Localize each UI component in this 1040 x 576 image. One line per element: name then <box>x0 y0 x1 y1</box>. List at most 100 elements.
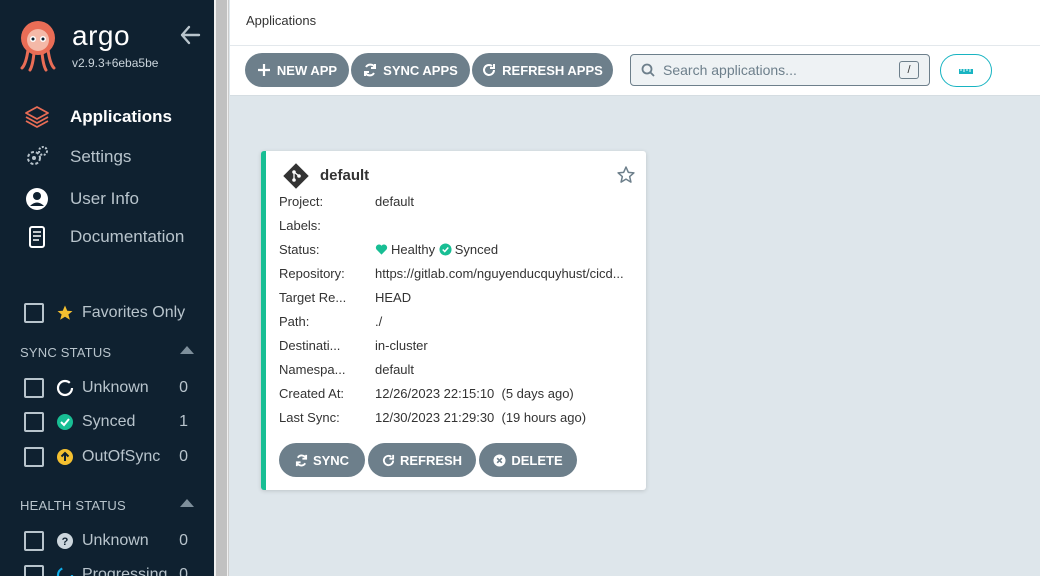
sync-status: Synced <box>439 242 498 257</box>
filter-count: 0 <box>179 379 188 396</box>
app-name[interactable]: default <box>320 167 369 184</box>
collapse-caret-icon[interactable] <box>180 346 194 354</box>
button-label: REFRESH <box>399 452 463 468</box>
circle-notch-icon <box>56 379 74 397</box>
check-circle-icon <box>56 413 74 431</box>
collapse-caret-icon[interactable] <box>180 499 194 507</box>
search-icon <box>641 63 655 77</box>
scrollbar-thumb[interactable] <box>216 0 227 576</box>
new-app-button[interactable]: NEW APP <box>245 53 349 87</box>
sync-icon <box>295 454 308 466</box>
gears-icon <box>24 144 50 170</box>
toolbar: NEW APP SYNC APPS REFRESH APPS / <box>230 46 1040 96</box>
field-key: Destinati... <box>279 338 341 353</box>
check-circle-icon <box>439 243 452 256</box>
filter-checkbox[interactable] <box>24 412 44 432</box>
field-status: Status: Healthy Synced <box>279 242 639 260</box>
field-path: Path: ./ <box>279 314 639 332</box>
arrow-up-circle-icon <box>56 448 74 466</box>
sidebar-scrollbar[interactable] <box>214 0 229 576</box>
refresh-button[interactable]: REFRESH <box>368 443 476 477</box>
filter-label: Unknown <box>82 532 149 549</box>
view-toggle-button[interactable] <box>940 54 992 87</box>
field-key: Target Re... <box>279 290 347 305</box>
refresh-apps-button[interactable]: REFRESH APPS <box>472 53 613 87</box>
filter-label: Synced <box>82 413 136 430</box>
field-key: Repository: <box>279 266 345 281</box>
star-icon <box>57 305 73 320</box>
top-bar: Applications <box>230 0 1040 46</box>
filter-count: 1 <box>179 413 188 430</box>
filter-health-progressing[interactable]: Progressing 0 <box>24 564 194 576</box>
button-label: SYNC APPS <box>383 62 458 78</box>
nav-label: Documentation <box>70 227 185 246</box>
plus-icon <box>257 64 270 76</box>
nav-label: Settings <box>70 147 132 166</box>
field-namespace: Namespa... default <box>279 362 639 380</box>
user-circle-icon <box>24 186 50 212</box>
field-last-sync: Last Sync: 12/30/2023 21:29:30 (19 hours … <box>279 410 639 428</box>
nav-label: Applications <box>70 107 173 126</box>
field-value: https://gitlab.com/nguyenducquyhust/cicd… <box>375 266 624 281</box>
field-value: 12/30/2023 21:29:30 (19 hours ago) <box>375 410 587 425</box>
filter-health-unknown[interactable]: ? Unknown 0 <box>24 530 194 552</box>
nav-documentation[interactable]: Documentation <box>24 222 184 252</box>
nav-user-info[interactable]: User Info <box>24 184 139 214</box>
circle-notch-icon <box>56 566 74 576</box>
favorites-only-filter[interactable]: Favorites Only <box>24 302 185 324</box>
field-repository: Repository: https://gitlab.com/nguyenducq… <box>279 266 639 284</box>
sync-apps-button[interactable]: SYNC APPS <box>351 53 470 87</box>
field-value: Healthy Synced <box>375 242 637 259</box>
filter-count: 0 <box>179 532 188 549</box>
filter-checkbox[interactable] <box>24 378 44 398</box>
search-input[interactable] <box>663 62 893 78</box>
field-value: 12/26/2023 22:15:10 (5 days ago) <box>375 386 574 401</box>
breadcrumb[interactable]: Applications <box>246 13 316 28</box>
field-project: Project: default <box>279 194 639 212</box>
field-key: Project: <box>279 194 324 209</box>
button-label: NEW APP <box>276 62 338 78</box>
button-label: DELETE <box>511 452 563 468</box>
search-box[interactable]: / <box>630 54 930 86</box>
field-value: in-cluster <box>375 338 428 353</box>
health-status-title: HEALTH STATUS <box>20 498 126 513</box>
nav-label: User Info <box>70 189 139 208</box>
sync-status-title: SYNC STATUS <box>20 345 112 360</box>
button-label: SYNC <box>312 452 350 468</box>
field-value: HEAD <box>375 290 412 305</box>
favorites-checkbox[interactable] <box>24 303 44 323</box>
field-labels: Labels: <box>279 218 639 236</box>
sync-button[interactable]: SYNC <box>279 443 365 477</box>
brand-name: argo <box>72 20 131 51</box>
filter-label: Unknown <box>82 379 149 396</box>
filter-checkbox[interactable] <box>24 531 44 551</box>
nav-applications[interactable]: Applications <box>24 102 172 132</box>
version-label: v2.9.3+6eba5be <box>72 56 159 70</box>
field-key: Last Sync: <box>279 410 340 425</box>
field-target-revision: Target Re... HEAD <box>279 290 639 308</box>
times-circle-icon <box>493 453 506 467</box>
redo-icon <box>382 454 395 466</box>
filter-label: OutOfSync <box>82 448 161 465</box>
layers-icon <box>24 104 50 130</box>
search-shortcut-badge: / <box>899 61 919 79</box>
filter-checkbox[interactable] <box>24 565 44 576</box>
filter-checkbox[interactable] <box>24 447 44 467</box>
field-key: Path: <box>279 314 310 329</box>
collapse-sidebar-arrow-icon[interactable] <box>179 24 201 46</box>
app-card[interactable]: default Project: default Labels: Status: … <box>261 151 646 490</box>
redo-icon <box>483 64 496 76</box>
heart-icon <box>375 244 388 255</box>
nav-settings[interactable]: Settings <box>24 142 131 172</box>
field-value: ./ <box>375 314 383 329</box>
field-value: default <box>375 362 415 377</box>
filter-sync-unknown[interactable]: Unknown 0 <box>24 377 194 399</box>
delete-button[interactable]: DELETE <box>479 443 577 477</box>
field-value: default <box>375 194 415 209</box>
favorite-star-icon[interactable] <box>616 165 636 185</box>
filter-sync-synced[interactable]: Synced 1 <box>24 411 194 433</box>
sync-icon <box>364 63 377 77</box>
filter-sync-outofsync[interactable]: OutOfSync 0 <box>24 446 194 468</box>
field-key: Status: <box>279 242 320 257</box>
sync-label: Synced <box>454 242 499 257</box>
